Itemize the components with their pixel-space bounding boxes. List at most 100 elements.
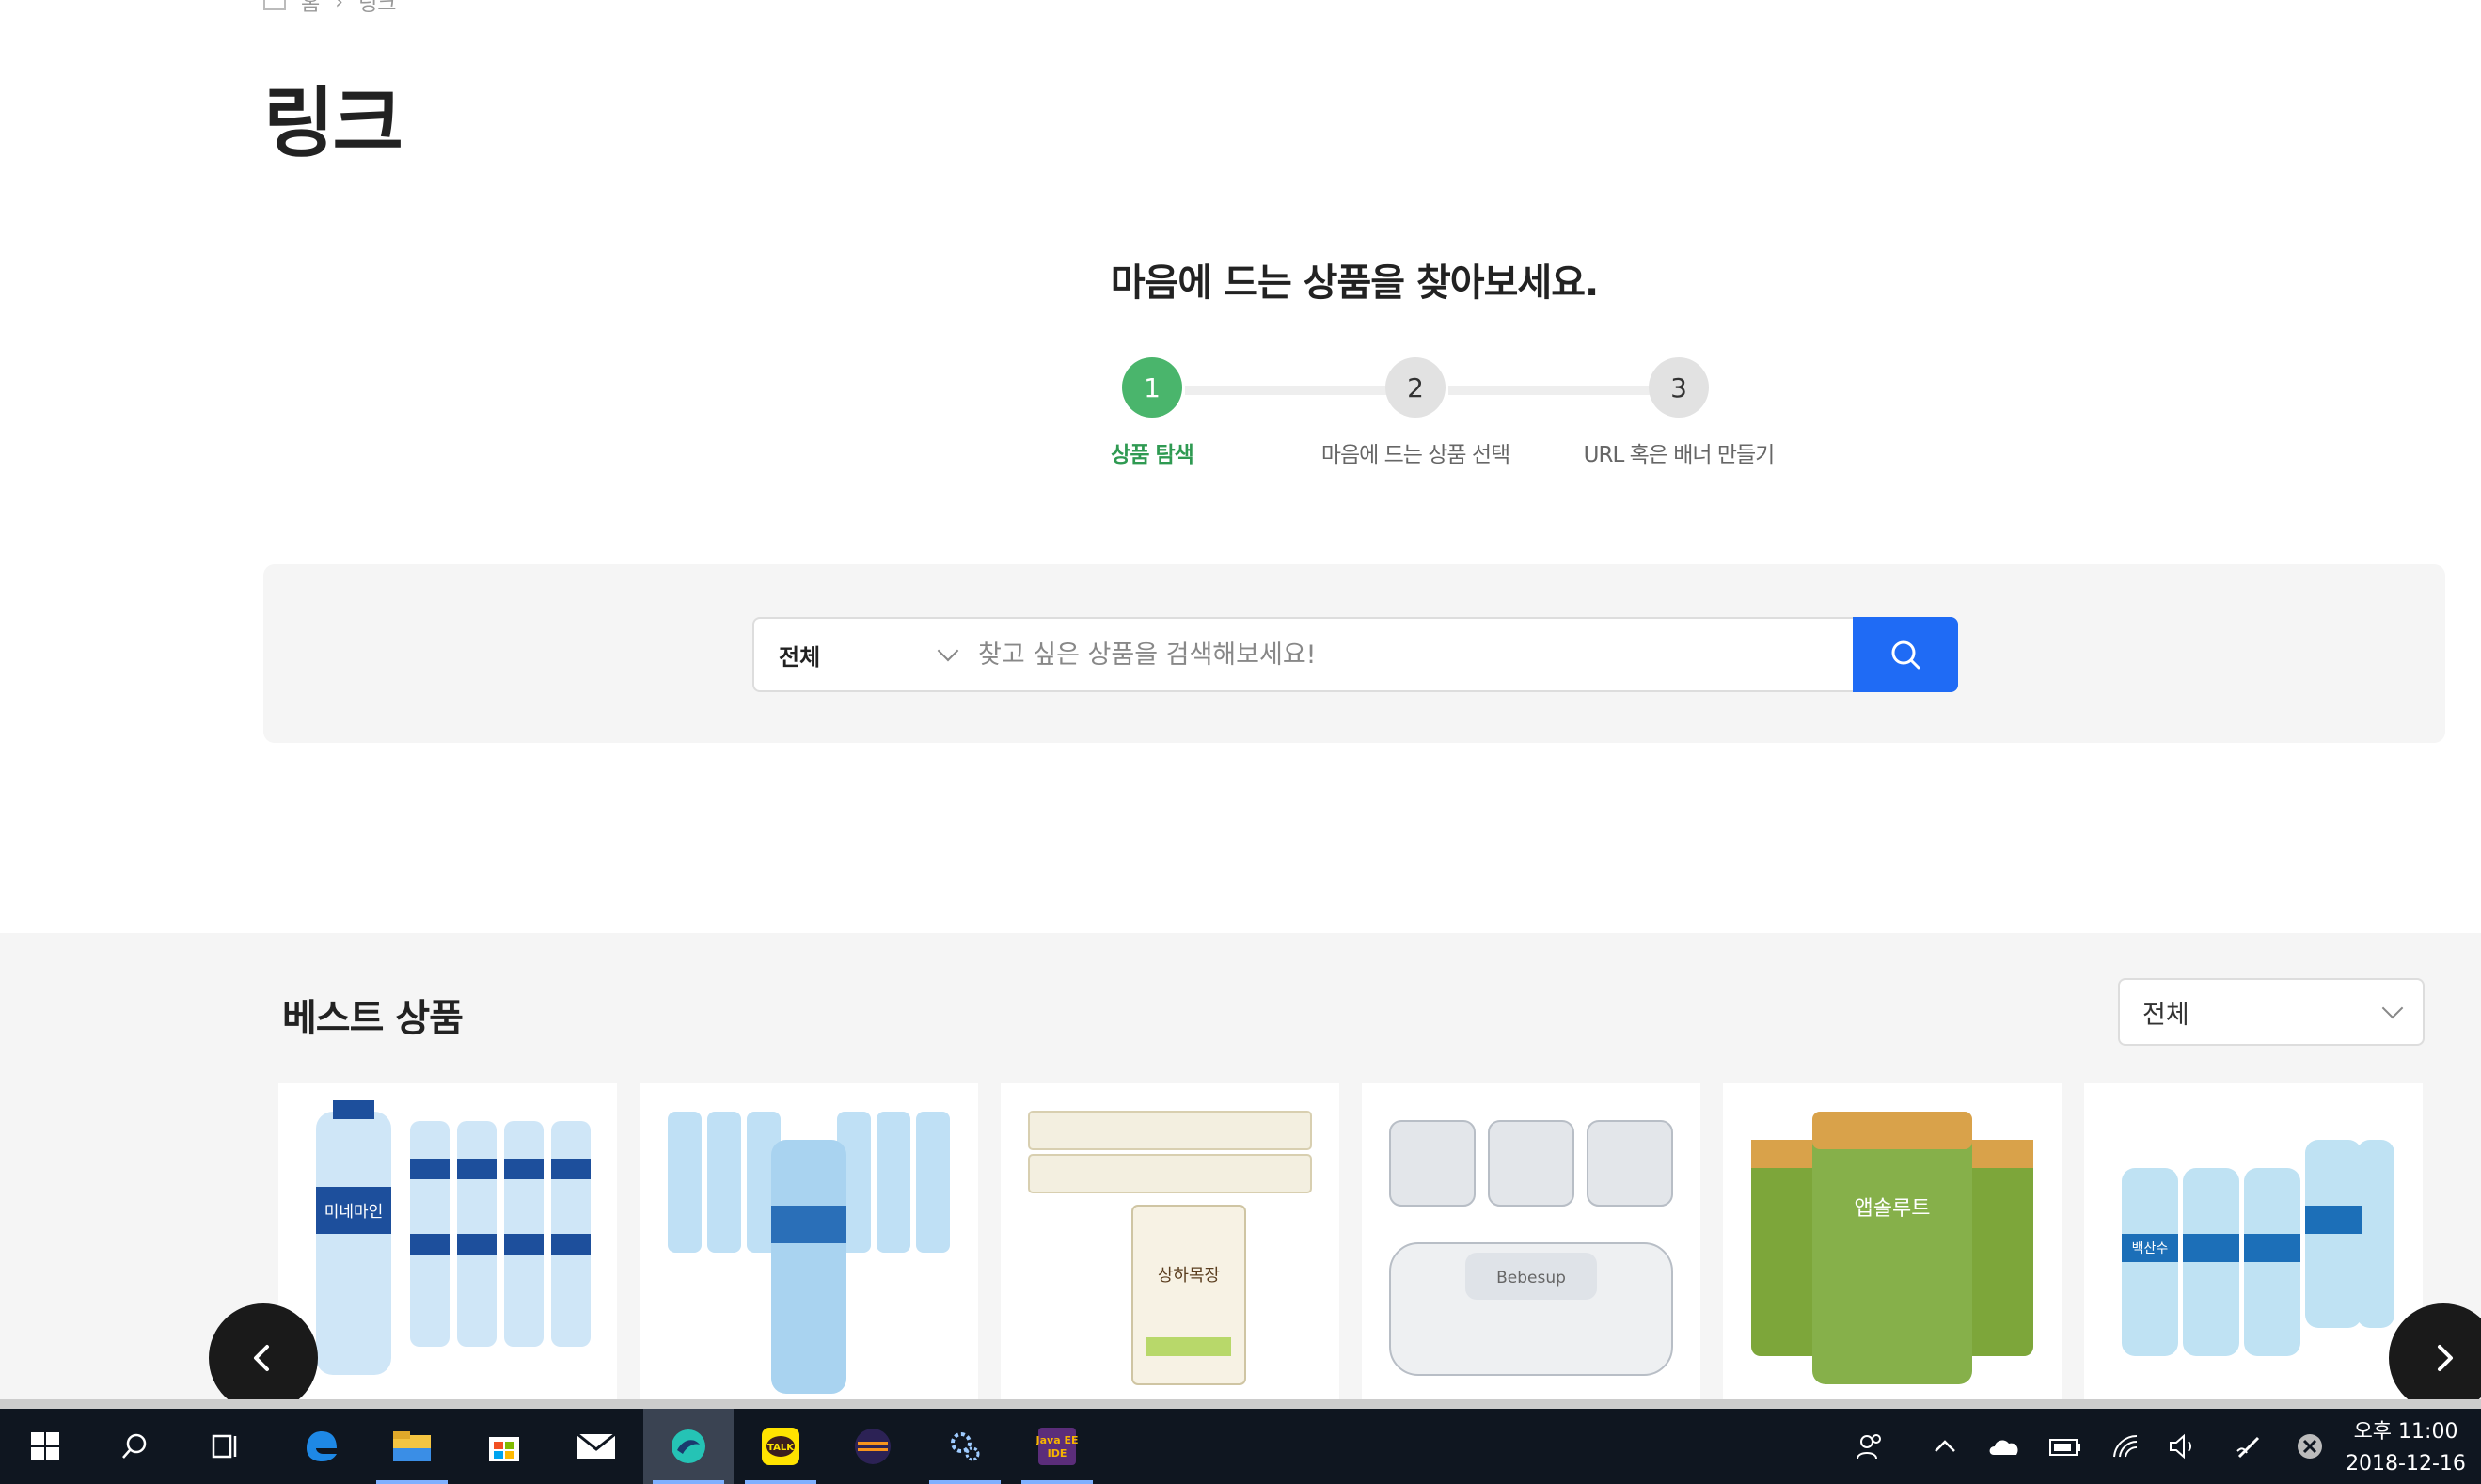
product-card-4[interactable]: Bebesup [1362, 1083, 1700, 1403]
water-pack-image [668, 1112, 950, 1394]
breadcrumb-current: 링크 [358, 0, 397, 16]
chevron-up-icon [1935, 1440, 1955, 1452]
product-4-label: Bebesup [1496, 1269, 1566, 1287]
product-card-1[interactable]: 미네마인 [278, 1083, 617, 1403]
product-card-6[interactable]: 백산수 [2084, 1083, 2423, 1403]
chevron-left-icon [254, 1345, 269, 1371]
baeksansu-water-image: 백산수 [2122, 1140, 2394, 1356]
category-select[interactable]: 전체 [754, 619, 971, 690]
step-1-number: 1 [1122, 357, 1182, 418]
battery-icon [2049, 1439, 2080, 1456]
edge-icon [307, 1431, 337, 1461]
clock-date: 2018-12-16 [2346, 1452, 2466, 1476]
taskbar-store[interactable] [459, 1409, 549, 1484]
pen-icon [2236, 1436, 2260, 1459]
onedrive-button[interactable] [1977, 1409, 2033, 1484]
home-icon[interactable] [263, 0, 286, 10]
taskbar-mail[interactable] [551, 1409, 641, 1484]
product-card-3[interactable]: 상하목장 [1001, 1083, 1339, 1403]
windows-icon [31, 1432, 59, 1460]
product-card-2[interactable] [640, 1083, 978, 1403]
water-bottles-image: 미네마인 [316, 1100, 591, 1375]
product-carousel: 미네마인 상하목장 Bebesup 앱솔루트 백산수 [278, 1083, 2423, 1403]
people-icon [1857, 1434, 1881, 1460]
taskbar-kakaotalk[interactable]: TALK [735, 1409, 826, 1484]
people-button[interactable] [1841, 1409, 1898, 1484]
step-1: 1 상품 탐색 [1035, 357, 1270, 468]
product-card-5[interactable]: 앱솔루트 [1723, 1083, 2062, 1403]
taskbar-edge[interactable] [277, 1409, 367, 1484]
carousel-prev-button[interactable] [209, 1303, 318, 1413]
step-3-label: URL 혹은 배너 만들기 [1583, 443, 1776, 467]
search-button[interactable] [1853, 617, 1958, 692]
step-3-number: 3 [1649, 357, 1709, 418]
search-icon [1891, 640, 1920, 670]
taskbar-file-explorer[interactable] [367, 1409, 457, 1484]
pen-workspace-button[interactable] [2221, 1409, 2278, 1484]
breadcrumb-separator: › [335, 0, 344, 14]
step-2-number: 2 [1385, 357, 1446, 418]
running-indicator [376, 1480, 448, 1484]
search-box: 전체 [752, 617, 1958, 692]
close-circle-icon [2298, 1434, 2322, 1459]
wifi-icon [2113, 1434, 2138, 1458]
headline: 마음에 드는 상품을 찾아보세요. [1110, 261, 1599, 305]
breadcrumb: 홈 › 링크 [263, 0, 397, 17]
cloud-icon [1989, 1440, 2018, 1455]
chevron-right-icon [2438, 1345, 2453, 1371]
java-ee-ide-icon: Java EE IDE [1036, 1428, 1078, 1465]
best-products-title: 베스트 상품 [282, 997, 464, 1040]
svg-text:Java EE: Java EE [1036, 1434, 1078, 1446]
volume-button[interactable] [2156, 1409, 2212, 1484]
horizontal-scrollbar[interactable] [0, 1399, 2481, 1409]
search-panel: 전체 [263, 564, 2445, 743]
store-icon [489, 1437, 519, 1461]
taskbar-java-ee-ide[interactable]: Java EE IDE [1012, 1409, 1102, 1484]
speaker-icon [2170, 1433, 2191, 1460]
taskbar-search-button[interactable] [90, 1409, 181, 1484]
search-input[interactable] [971, 619, 1956, 690]
breadcrumb-home[interactable]: 홈 [301, 0, 320, 17]
product-6-label: 백산수 [2132, 1241, 2169, 1256]
running-indicator [745, 1480, 816, 1484]
svg-text:TALK: TALK [767, 1443, 795, 1453]
product-3-label: 상하목장 [1158, 1266, 1220, 1286]
battery-button[interactable] [2037, 1409, 2094, 1484]
svg-text:IDE: IDE [1048, 1447, 1067, 1460]
step-2: 2 마음에 드는 상품 선택 [1298, 357, 1533, 468]
search-icon [122, 1433, 147, 1459]
step-3: 3 URL 혹은 배너 만들기 [1561, 357, 1796, 468]
formula-can-image: 앱솔루트 [1751, 1112, 2033, 1384]
best-products-section: 베스트 상품 전체 미네마인 상하목장 Bebesup 앱솔루트 백산수 [0, 933, 2481, 1413]
notification-button[interactable] [2282, 1409, 2338, 1484]
step-1-label: 상품 탐색 [1111, 443, 1194, 467]
mail-icon [577, 1432, 616, 1459]
running-indicator [929, 1480, 1001, 1484]
running-indicator [653, 1480, 724, 1484]
milk-carton-image: 상하목장 [1028, 1111, 1312, 1385]
step-indicator: 1 상품 탐색 2 마음에 드는 상품 선택 3 URL 혹은 배너 만들기 [1035, 357, 1775, 489]
taskbar-settings-app[interactable] [920, 1409, 1010, 1484]
running-indicator [1021, 1480, 1093, 1484]
best-filter-value: 전체 [2142, 1000, 2189, 1030]
chevron-down-icon [2381, 997, 2404, 1019]
taskbar-active-app[interactable] [643, 1409, 734, 1484]
wet-wipes-image: Bebesup [1389, 1120, 1673, 1376]
folder-icon [393, 1431, 431, 1461]
clock-time: 오후 11:00 [2353, 1420, 2458, 1444]
task-view-icon [212, 1434, 237, 1459]
step-2-label: 마음에 드는 상품 선택 [1320, 443, 1510, 467]
product-5-label: 앱솔루트 [1855, 1197, 1931, 1221]
gear-icon [951, 1432, 980, 1461]
page-title: 링크 [263, 79, 403, 168]
whale-browser-icon [672, 1429, 705, 1463]
best-filter-select[interactable]: 전체 [2118, 978, 2425, 1046]
start-button[interactable] [0, 1409, 90, 1484]
task-view-button[interactable] [181, 1409, 271, 1484]
system-clock[interactable]: 오후 11:00 2018-12-16 [2340, 1416, 2472, 1480]
network-button[interactable] [2099, 1409, 2156, 1484]
eclipse-icon [855, 1429, 891, 1464]
taskbar-eclipse[interactable] [828, 1409, 918, 1484]
show-hidden-icons-button[interactable] [1917, 1409, 1973, 1484]
main-content: 홈 › 링크 링크 마음에 드는 상품을 찾아보세요. 1 상품 탐색 2 마음… [0, 0, 2481, 933]
